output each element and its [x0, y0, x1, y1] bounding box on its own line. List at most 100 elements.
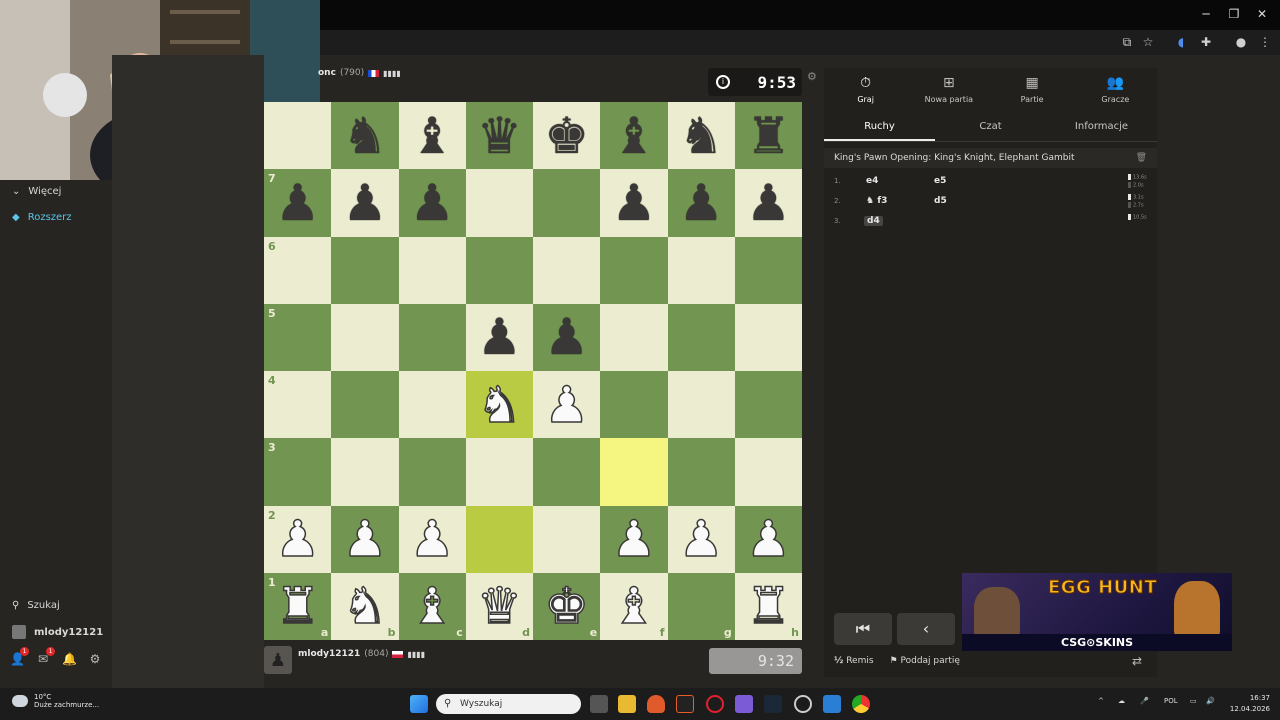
subtab-ruchy[interactable]: Ruchy: [824, 114, 935, 141]
language-indicator[interactable]: POL: [1164, 697, 1178, 705]
network-icon[interactable]: ▭: [1190, 697, 1197, 705]
square-h2[interactable]: ♟: [734, 505, 802, 573]
square-c5[interactable]: [398, 303, 466, 371]
square-f4[interactable]: [600, 371, 668, 439]
black-rook[interactable]: ♜: [746, 111, 791, 161]
square-c8[interactable]: ♝: [398, 102, 466, 170]
square-b7[interactable]: ♟: [331, 169, 399, 237]
opponent-name[interactable]: onc: [318, 68, 336, 78]
square-e3[interactable]: [533, 438, 601, 506]
square-a1[interactable]: 1 a ♜: [264, 572, 332, 640]
player-avatar[interactable]: ♟: [264, 646, 292, 674]
microphone-icon[interactable]: 🎤: [1140, 697, 1149, 705]
close-icon[interactable]: ✕: [1252, 5, 1272, 23]
square-f7[interactable]: ♟: [600, 169, 668, 237]
maximize-icon[interactable]: ❐: [1224, 5, 1244, 23]
square-a5[interactable]: 5: [264, 303, 332, 371]
install-app-icon[interactable]: ⧉: [1118, 34, 1136, 50]
white-rook[interactable]: ♜: [274, 581, 320, 633]
sidebar-more[interactable]: ⌄ Więcej: [12, 186, 61, 197]
white-pawn[interactable]: ♟: [342, 513, 388, 565]
chrome-icon[interactable]: [852, 695, 870, 713]
windows-start-icon[interactable]: [410, 695, 428, 713]
square-f2[interactable]: ♟: [600, 505, 668, 573]
brave-icon[interactable]: [647, 695, 665, 713]
photos-icon[interactable]: [823, 695, 841, 713]
square-c3[interactable]: [398, 438, 466, 506]
white-knight[interactable]: ♞: [342, 581, 388, 633]
extensions-icon[interactable]: ✚: [1197, 34, 1215, 50]
square-c4[interactable]: [398, 371, 466, 439]
square-a7[interactable]: 7 ♟: [264, 169, 332, 237]
volume-icon[interactable]: 🔊: [1206, 697, 1215, 705]
bookmark-star-icon[interactable]: ☆: [1139, 34, 1157, 50]
square-f6[interactable]: [600, 236, 668, 304]
subtab-informacje[interactable]: Informacje: [1046, 114, 1157, 141]
black-pawn[interactable]: ♟: [477, 312, 522, 362]
board-settings-gear-icon[interactable]: ⚙: [807, 70, 817, 83]
black-pawn[interactable]: ♟: [611, 178, 656, 228]
menu-kebab-icon[interactable]: ⋮: [1256, 34, 1274, 50]
white-move[interactable]: e4: [866, 176, 878, 186]
ad-banner[interactable]: EGG HUNT CSG⊙SKINS: [962, 573, 1232, 651]
black-move[interactable]: d5: [934, 196, 947, 206]
system-clock[interactable]: 16:37 12.04.2026: [1222, 693, 1270, 715]
resign-button[interactable]: ⚑ Poddaj partię: [890, 656, 960, 666]
opera-icon[interactable]: [706, 695, 724, 713]
square-b1[interactable]: b ♞: [331, 572, 399, 640]
tray-chevron-icon[interactable]: ^: [1098, 697, 1104, 705]
black-bishop[interactable]: ♝: [410, 111, 455, 161]
file-explorer-icon[interactable]: [618, 695, 636, 713]
first-move-button[interactable]: ⏮: [834, 613, 892, 645]
square-d5[interactable]: ♟: [465, 303, 533, 371]
tab-graj[interactable]: ⏱ Graj: [824, 68, 907, 110]
square-h5[interactable]: [734, 303, 802, 371]
square-h8[interactable]: ♜: [734, 102, 802, 170]
square-d8[interactable]: ♛: [465, 102, 533, 170]
square-c2[interactable]: ♟: [398, 505, 466, 573]
square-g7[interactable]: ♟: [667, 169, 735, 237]
square-c1[interactable]: c ♝: [398, 572, 466, 640]
player-name[interactable]: mlody12121: [298, 649, 360, 659]
square-g3[interactable]: [667, 438, 735, 506]
prev-move-button[interactable]: ‹: [897, 613, 955, 645]
black-bishop[interactable]: ♝: [611, 111, 656, 161]
square-f8[interactable]: ♝: [600, 102, 668, 170]
square-a8[interactable]: [264, 102, 332, 170]
steam-icon[interactable]: [764, 695, 782, 713]
square-b4[interactable]: [331, 371, 399, 439]
square-h4[interactable]: [734, 371, 802, 439]
white-move[interactable]: ♞ f3: [866, 196, 887, 206]
sidebar-search[interactable]: ⚲ Szukaj: [12, 600, 60, 611]
crystal-app-icon[interactable]: [735, 695, 753, 713]
square-h1[interactable]: h ♜: [734, 572, 802, 640]
square-e7[interactable]: [533, 169, 601, 237]
square-c7[interactable]: ♟: [398, 169, 466, 237]
square-a3[interactable]: 3: [264, 438, 332, 506]
white-pawn[interactable]: ♟: [745, 513, 791, 565]
white-pawn[interactable]: ♟: [409, 513, 455, 565]
white-move[interactable]: d4: [864, 216, 883, 226]
white-king[interactable]: ♚: [543, 581, 589, 633]
square-h7[interactable]: ♟: [734, 169, 802, 237]
white-rook[interactable]: ♜: [745, 581, 791, 633]
white-knight[interactable]: ♞: [476, 379, 522, 431]
minimize-icon[interactable]: ─: [1196, 5, 1216, 23]
square-g1[interactable]: g: [667, 572, 735, 640]
square-c6[interactable]: [398, 236, 466, 304]
square-d1[interactable]: d ♛: [465, 572, 533, 640]
black-pawn[interactable]: ♟: [746, 178, 791, 228]
black-knight[interactable]: ♞: [342, 111, 387, 161]
taskbar-search[interactable]: ⚲ Wyszukaj: [436, 694, 581, 714]
square-e6[interactable]: [533, 236, 601, 304]
black-king[interactable]: ♚: [544, 111, 589, 161]
black-pawn[interactable]: ♟: [342, 178, 387, 228]
black-knight[interactable]: ♞: [679, 111, 724, 161]
square-d2[interactable]: [465, 505, 533, 573]
square-f3[interactable]: [600, 438, 668, 506]
square-b5[interactable]: [331, 303, 399, 371]
extension-audio-icon[interactable]: ◖: [1172, 34, 1190, 50]
square-g8[interactable]: ♞: [667, 102, 735, 170]
subtab-czat[interactable]: Czat: [935, 114, 1046, 141]
square-g4[interactable]: [667, 371, 735, 439]
